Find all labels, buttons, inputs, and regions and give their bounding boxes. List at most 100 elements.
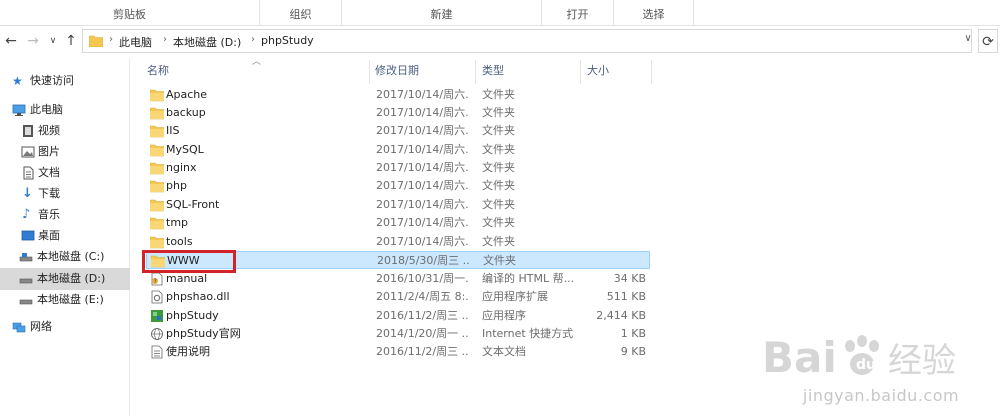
nav-item-label: 文档 — [38, 166, 60, 179]
refresh-button[interactable]: ⟳ — [978, 29, 998, 53]
recent-locations-button[interactable]: ∨ — [44, 27, 62, 55]
file-type: 文件夹 — [482, 235, 515, 248]
column-divider[interactable] — [580, 60, 581, 84]
file-row[interactable]: IIS 2017/10/14/周六... 文件夹 — [146, 122, 650, 140]
address-history-dropdown[interactable]: ∨ — [962, 33, 974, 49]
file-date: 2016/11/2/周三 ... — [376, 345, 468, 358]
nav-item-label: 此电脑 — [30, 103, 63, 116]
music-icon: ♪ — [22, 207, 31, 222]
file-type: 应用程序 — [482, 309, 526, 322]
file-row[interactable]: php 2017/10/14/周六... 文件夹 — [146, 177, 650, 195]
file-name: IIS — [166, 124, 180, 137]
breadcrumb-this-pc[interactable]: 此电脑 — [119, 34, 152, 50]
nav-item-label: 下载 — [38, 187, 60, 200]
nav-item-music[interactable]: ♪ 音乐 — [0, 204, 130, 226]
file-type: 文件夹 — [482, 106, 515, 119]
file-type: 文件夹 — [482, 88, 515, 101]
back-button[interactable]: ← — [2, 27, 20, 55]
breadcrumb-separator[interactable]: › — [163, 34, 167, 45]
column-header-size[interactable]: 大小 — [587, 58, 609, 84]
drive-icon — [19, 299, 33, 305]
file-name: MySQL — [166, 143, 204, 156]
file-date: 2017/10/14/周六... — [376, 124, 468, 137]
breadcrumb-drive-d[interactable]: 本地磁盘 (D:) — [173, 34, 241, 50]
column-header-type[interactable]: 类型 — [482, 58, 504, 84]
nav-item-this-pc[interactable]: 此电脑 — [0, 99, 130, 121]
file-row[interactable]: SQL-Front 2017/10/14/周六... 文件夹 — [146, 196, 650, 214]
file-date: 2018/5/30/周三 ... — [377, 254, 469, 267]
column-divider[interactable] — [475, 60, 476, 84]
file-type: 文件夹 — [482, 216, 515, 229]
nav-item-drive-e[interactable]: 本地磁盘 (E:) — [0, 289, 130, 311]
nav-item-label: 本地磁盘 (C:) — [37, 250, 105, 263]
file-name: phpStudy官网 — [166, 327, 241, 340]
nav-item-label: 视频 — [38, 124, 60, 137]
file-name: backup — [166, 106, 206, 119]
baidu-jingyan-watermark: Bai du 经验 jingyan.baidu.com — [760, 328, 1000, 416]
file-row[interactable]: phpshao.dll 2011/2/4/周五 8:... 应用程序扩展 511 KB — [146, 288, 650, 306]
nav-item-documents[interactable]: 文档 — [0, 162, 130, 184]
shortcut-icon — [150, 327, 164, 341]
column-header-date[interactable]: 修改日期 — [375, 58, 419, 84]
address-bar[interactable]: › 此电脑 › 本地磁盘 (D:) › phpStudy — [82, 29, 972, 53]
nav-item-label: 桌面 — [38, 229, 60, 242]
file-size: 9 KB — [620, 345, 646, 358]
download-icon: ↓ — [22, 186, 33, 201]
forward-button[interactable]: → — [24, 27, 42, 55]
ribbon-group-organize: 组织 — [260, 0, 342, 26]
file-date: 2014/1/20/周一 ... — [376, 327, 468, 340]
svg-text:Bai: Bai — [762, 333, 837, 382]
file-row[interactable]: MySQL 2017/10/14/周六... 文件夹 — [146, 141, 650, 159]
nav-item-downloads[interactable]: ↓ 下载 — [0, 183, 130, 205]
file-date: 2017/10/14/周六... — [376, 88, 468, 101]
up-button[interactable]: ↑ — [62, 27, 80, 55]
file-row[interactable]: backup 2017/10/14/周六... 文件夹 — [146, 104, 650, 122]
help-file-icon: ? — [150, 272, 164, 286]
drive-icon — [19, 278, 33, 284]
ribbon-group-label: 新建 — [430, 8, 453, 21]
breadcrumb-phpstudy[interactable]: phpStudy — [261, 34, 314, 47]
nav-item-label: 本地磁盘 (D:) — [37, 272, 106, 285]
ribbon: 剪贴板 组织 新建 打开 选择 — [0, 0, 1000, 26]
picture-icon — [21, 146, 35, 158]
nav-item-network[interactable]: 网络 — [0, 316, 130, 338]
file-row[interactable]: tmp 2017/10/14/周六... 文件夹 — [146, 214, 650, 232]
folder-icon — [89, 35, 103, 47]
nav-item-drive-c[interactable]: 本地磁盘 (C:) — [0, 246, 130, 268]
file-row[interactable]: tools 2017/10/14/周六... 文件夹 — [146, 233, 650, 251]
nav-item-pictures[interactable]: 图片 — [0, 141, 130, 163]
file-name: tmp — [166, 216, 189, 229]
ribbon-group-open: 打开 — [542, 0, 614, 26]
nav-item-desktop[interactable]: 桌面 — [0, 225, 130, 247]
column-header-name[interactable]: 名称 — [147, 58, 169, 84]
file-name: tools — [166, 235, 193, 248]
file-row[interactable]: 使用说明 2016/11/2/周三 ... 文本文档 9 KB — [146, 343, 650, 361]
nav-item-label: 快速访问 — [30, 74, 74, 87]
text-file-icon — [150, 345, 164, 359]
file-type: 应用程序扩展 — [482, 290, 548, 303]
file-type: 编译的 HTML 帮... — [482, 272, 575, 285]
file-row[interactable]: nginx 2017/10/14/周六... 文件夹 — [146, 159, 650, 177]
column-divider[interactable] — [651, 60, 652, 84]
breadcrumb-separator[interactable]: › — [251, 34, 255, 45]
baidu-logo: Bai du 经验 — [762, 333, 956, 382]
breadcrumb-separator[interactable]: › — [109, 34, 113, 45]
nav-item-videos[interactable]: 视频 — [0, 120, 130, 142]
folder-icon — [149, 198, 165, 212]
navigation-pane: ★ 快速访问 此电脑 视频 图片 文档 ↓ 下载 ♪ 音乐 桌面 本地磁盘 (C… — [0, 58, 130, 416]
file-date: 2016/11/2/周三 ... — [376, 309, 468, 322]
column-divider[interactable] — [369, 60, 370, 84]
svg-text:?: ? — [154, 278, 157, 285]
nav-item-quick-access[interactable]: ★ 快速访问 — [0, 70, 130, 92]
file-date: 2017/10/14/周六... — [376, 198, 468, 211]
nav-item-drive-d[interactable]: 本地磁盘 (D:) — [0, 268, 130, 290]
file-row[interactable]: Apache 2017/10/14/周六... 文件夹 — [146, 86, 650, 104]
svg-text:du: du — [856, 357, 876, 373]
file-row[interactable]: phpStudy 2016/11/2/周三 ... 应用程序 2,414 KB — [146, 307, 650, 325]
file-type: 文件夹 — [483, 254, 516, 267]
app-icon — [150, 309, 164, 323]
file-row[interactable]: phpStudy官网 2014/1/20/周一 ... Internet 快捷方式 1… — [146, 325, 650, 343]
folder-icon — [149, 143, 165, 157]
highlight-annotation-box — [142, 250, 236, 273]
svg-text:经验: 经验 — [888, 341, 956, 381]
